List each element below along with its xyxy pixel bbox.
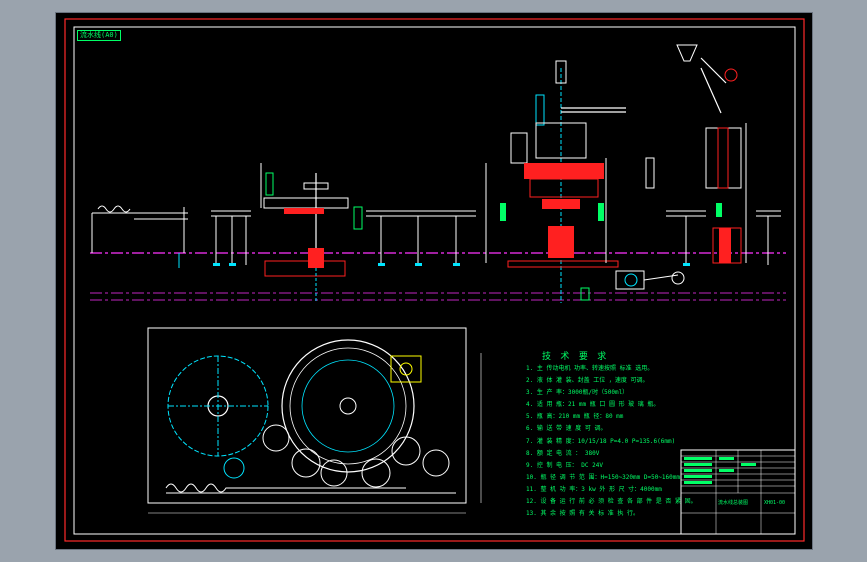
tech-requirement-item: 1. 主 传动电机 功率、转速按照 标准 选用。 <box>526 365 654 372</box>
plan-view <box>147 327 482 514</box>
cad-viewport[interactable]: 流水线(A0) 技 术 要 求 1. 主 传动电机 功率、转速按照 标准 选用。… <box>55 12 813 550</box>
filling-station <box>260 163 363 303</box>
tech-requirement-item: 11. 整 机 功 率：3 kw 外 形 尺 寸：4000mm <box>526 485 662 493</box>
tech-requirement-item: 5. 瓶 高：210 mm 瓶 径：80 mm <box>526 413 624 421</box>
tech-requirement-item: 10. 瓶 径 调 节 范 围：H=150~320mm D=50~160mm <box>526 473 680 481</box>
conveyor-line <box>90 205 786 301</box>
drive-motor <box>615 270 685 290</box>
hopper-station <box>676 44 747 264</box>
tech-requirement-item: 12. 设 备 运 行 前 必 须 检 查 各 部 件 是 否 紧 固。 <box>526 498 697 506</box>
tech-requirement-item: 2. 液 体 灌 装、封盖 工位 ，速度 可调。 <box>526 377 649 385</box>
assembly-drawing <box>64 18 805 542</box>
tech-requirements-list: 1. 主 传动电机 功率、转速按照 标准 选用。 2. 液 体 灌 装、封盖 工… <box>526 363 697 520</box>
title-block-drawing-name: 流水线总装图 <box>718 500 749 506</box>
tech-requirement-item: 8. 额 定 电 流 ： 380V <box>526 449 600 457</box>
tech-requirement-item: 4. 适 用 瓶：21 mm 瓶 口 圆 形 玻 璃 瓶。 <box>526 401 660 409</box>
title-block-drawing-number: XH01-00 <box>764 500 786 506</box>
tech-requirement-item: 7. 灌 装 精 度：10/15/18 P=4.0 P=135.6(6mm) <box>526 437 676 445</box>
tech-requirement-item: 9. 控 制 电 压： DC 24V <box>526 461 603 469</box>
rotary-capper <box>485 60 655 303</box>
tech-requirement-item: 13. 其 余 按 照 有 关 标 准 执 行。 <box>526 510 639 518</box>
title-block <box>680 449 796 535</box>
drawing-title-tag: 流水线(A0) <box>77 30 121 41</box>
tech-requirements-title: 技 术 要 求 <box>542 352 609 362</box>
tech-requirement-item: 6. 输 送 带 速 度 可 调。 <box>526 425 607 433</box>
tech-requirement-item: 3. 生 产 率：3000瓶/时（500ml） <box>526 389 629 397</box>
